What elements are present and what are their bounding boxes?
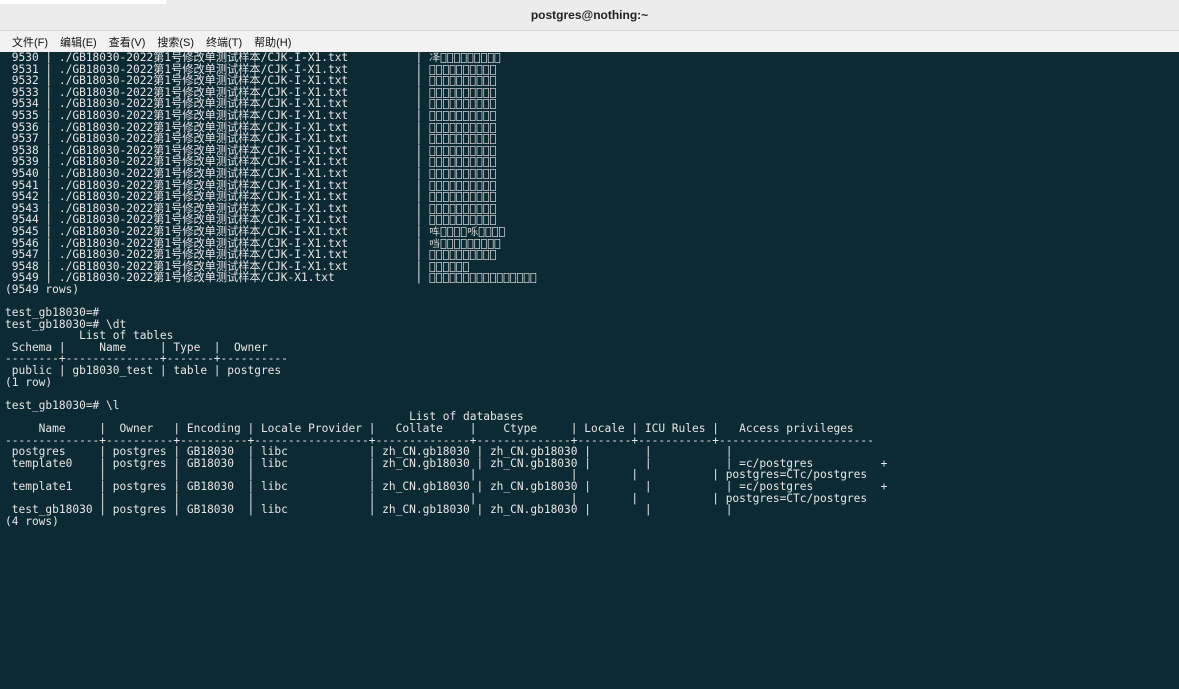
window-title: postgres@nothing:~	[530, 8, 649, 22]
terminal-line: (1 row)	[5, 375, 53, 389]
terminal-line: 9542 | ./GB18030-2022第1号修改单测试样本/CJK-I-X1…	[5, 190, 497, 204]
menu-bar: 文件(F) 编辑(E) 查看(V) 搜索(S) 终端(T) 帮助(H)	[0, 31, 1179, 52]
terminal-line: test_gb18030=# \dt	[5, 317, 127, 331]
terminal-line: template1 | postgres | GB18030 | libc | …	[5, 479, 888, 493]
terminal-line: 9540 | ./GB18030-2022第1号修改单测试样本/CJK-I-X1…	[5, 166, 497, 180]
terminal-line: (9549 rows)	[5, 282, 80, 296]
menu-search[interactable]: 搜索(S)	[151, 34, 200, 50]
terminal-line: test_gb18030 | postgres | GB18030 | libc…	[5, 503, 733, 517]
terminal-output[interactable]: 9530 | ./GB18030-2022第1号修改单测试样本/CJK-I-X1…	[0, 52, 1179, 689]
terminal-line: test_gb18030=#	[5, 306, 100, 320]
terminal-line: public | gb18030_test | table | postgres	[5, 364, 282, 378]
menu-file[interactable]: 文件(F)	[6, 34, 54, 50]
terminal-line: 9545 | ./GB18030-2022第1号修改单测试样本/CJK-I-X1…	[5, 224, 506, 238]
titlebar-tab-strip	[0, 0, 166, 4]
terminal-text: 9530 | ./GB18030-2022第1号修改单测试样本/CJK-I-X1…	[0, 52, 1179, 527]
terminal-line: 9537 | ./GB18030-2022第1号修改单测试样本/CJK-I-X1…	[5, 132, 497, 146]
terminal-line: Name | Owner | Encoding | Locale Provide…	[5, 422, 854, 435]
menu-help[interactable]: 帮助(H)	[248, 34, 297, 50]
terminal-line: 9535 | ./GB18030-2022第1号修改单测试样本/CJK-I-X1…	[5, 108, 497, 122]
terminal-line: (4 rows)	[5, 514, 59, 528]
menu-terminal[interactable]: 终端(T)	[200, 34, 248, 50]
menu-view[interactable]: 查看(V)	[103, 34, 152, 50]
window-titlebar[interactable]: postgres@nothing:~	[0, 0, 1179, 31]
terminal-line: 9547 | ./GB18030-2022第1号修改单测试样本/CJK-I-X1…	[5, 248, 497, 262]
terminal-line: 9530 | ./GB18030-2022第1号修改单测试样本/CJK-I-X1…	[5, 52, 501, 64]
menu-edit[interactable]: 编辑(E)	[54, 34, 103, 50]
terminal-line: 9549 | ./GB18030-2022第1号修改单测试样本/CJK-X1.t…	[5, 271, 537, 285]
